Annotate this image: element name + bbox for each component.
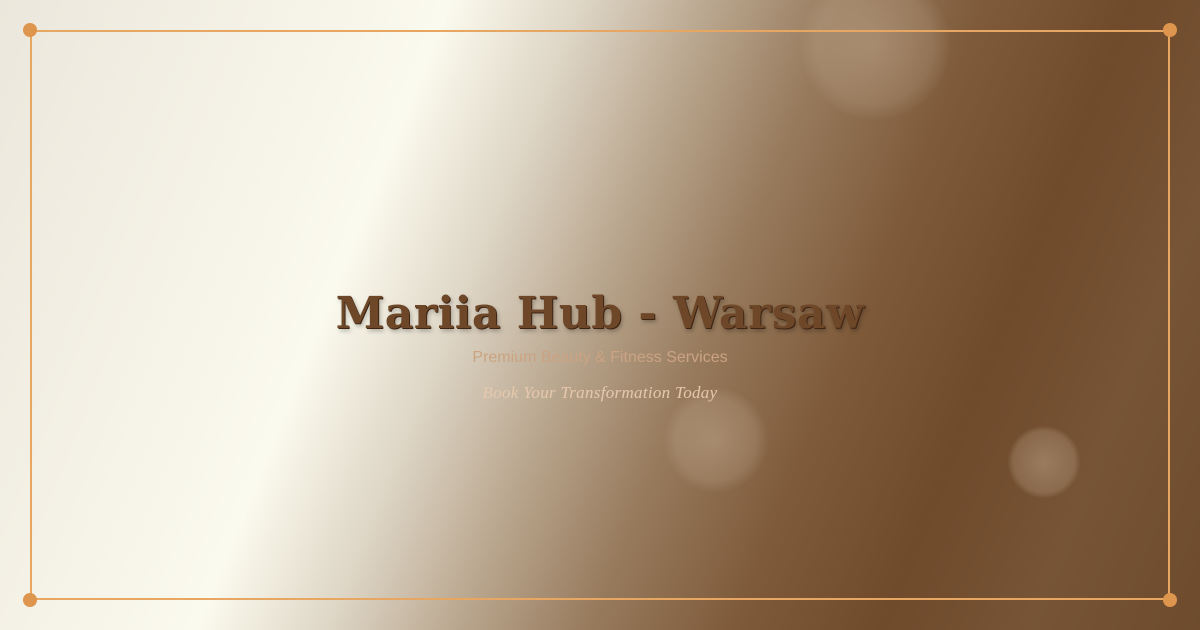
tagline: Book Your Transformation Today [482,383,718,402]
corner-dot-top-left [23,23,37,37]
hero-content: Mariia Hub - Warsaw Premium Beauty & Fit… [0,284,1200,404]
hero-card: Mariia Hub - Warsaw Premium Beauty & Fit… [0,0,1200,630]
corner-dot-bottom-right [1163,593,1177,607]
corner-dot-bottom-left [23,593,37,607]
corner-dot-top-right [1163,23,1177,37]
page-title: Mariia Hub - Warsaw [335,288,865,339]
subtitle: Premium Beauty & Fitness Services [472,349,728,366]
